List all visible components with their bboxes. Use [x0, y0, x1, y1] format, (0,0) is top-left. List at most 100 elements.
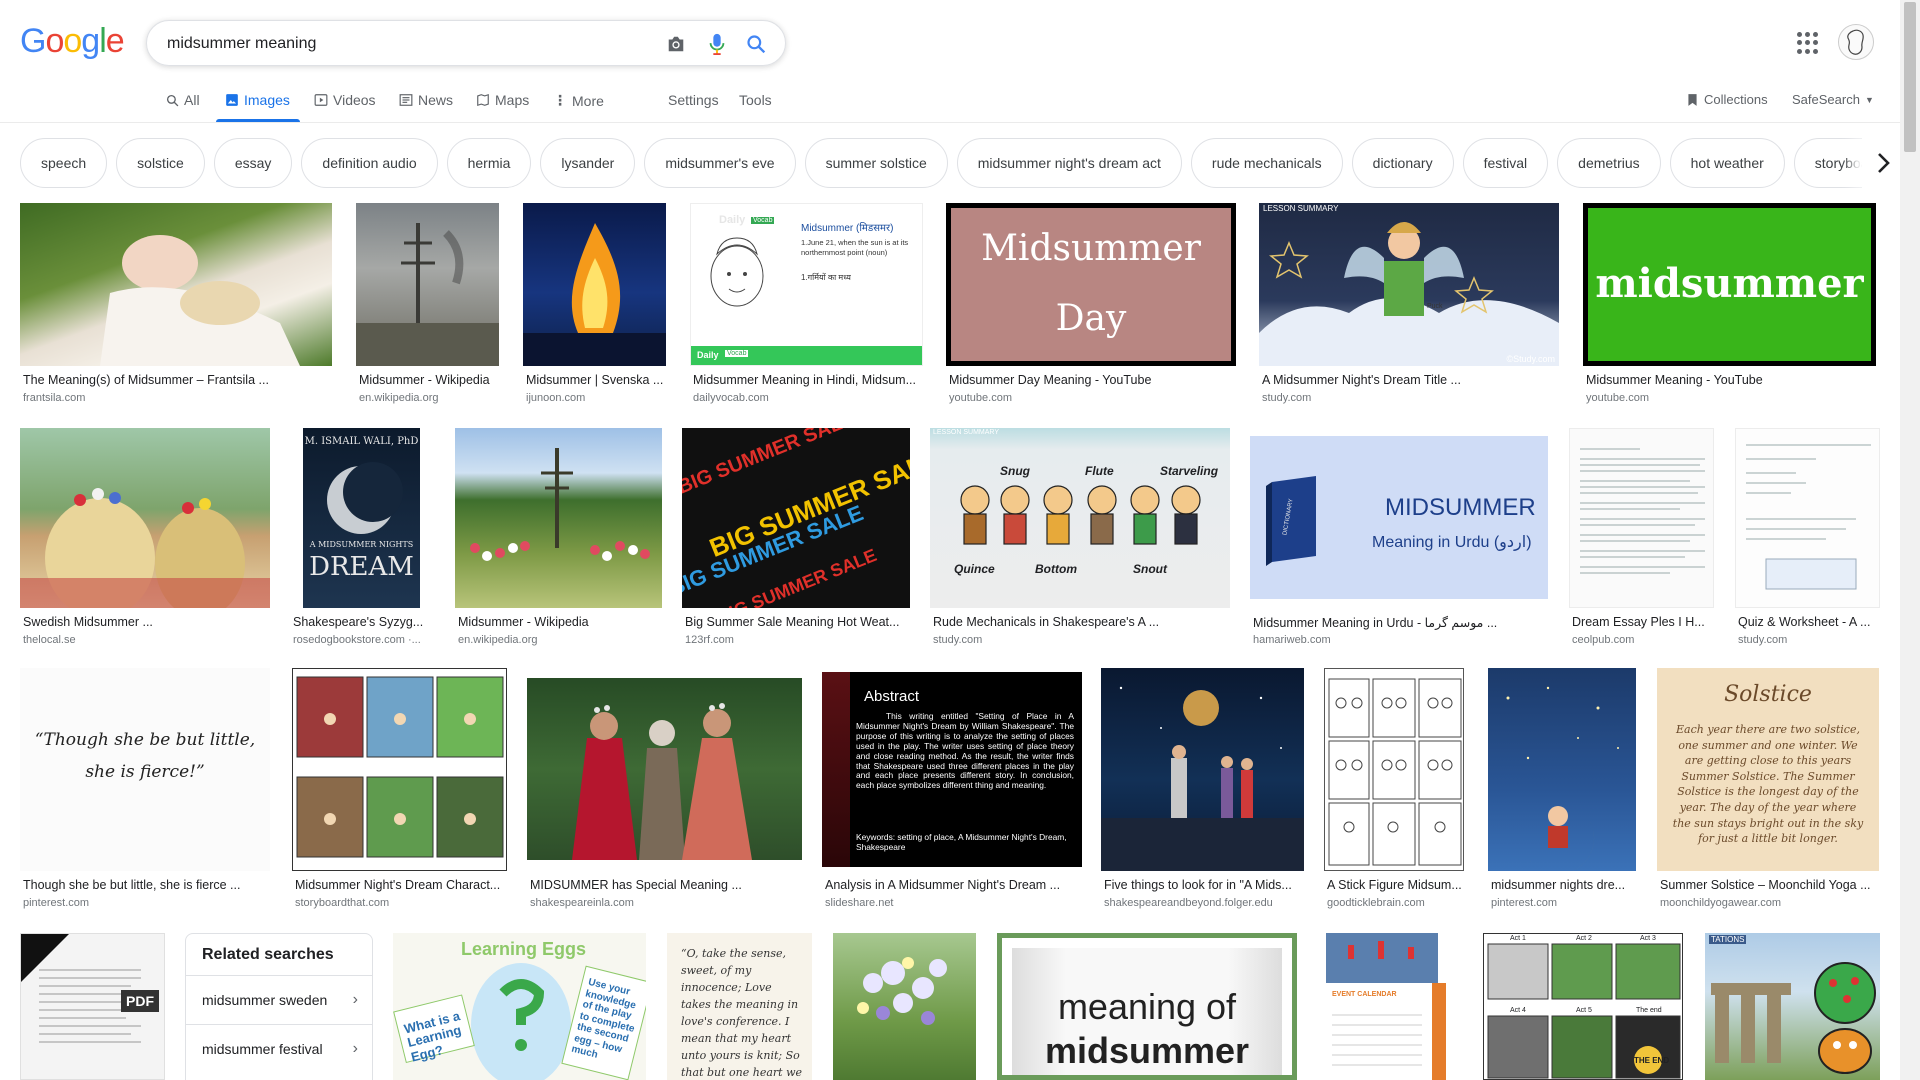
image-result[interactable]: Midsummer - Wikipedia en.wikipedia.org: [455, 428, 662, 650]
scrollbar-thumb[interactable]: [1904, 2, 1916, 152]
image-result[interactable]: [833, 933, 976, 1080]
thumb-text: Act 4: [1510, 1007, 1526, 1014]
image-result[interactable]: A Stick Figure Midsum... goodticklebrain…: [1324, 668, 1464, 913]
chips-next-button[interactable]: [1862, 138, 1904, 188]
google-logo[interactable]: Google: [20, 22, 125, 61]
result-title: Midsummer Day Meaning - YouTube: [949, 373, 1152, 387]
image-result[interactable]: “Though she be but little, she is fierce…: [20, 668, 270, 913]
chip[interactable]: lysander: [540, 138, 636, 188]
related-search-item[interactable]: midsummer sweden ›: [186, 975, 372, 1024]
result-title: Midsummer | Svenska ...: [526, 373, 664, 387]
tools-link[interactable]: Tools: [739, 92, 772, 108]
image-result[interactable]: The Meaning(s) of Midsummer – Frantsila …: [20, 203, 332, 408]
tab-label: More: [572, 92, 604, 109]
image-result[interactable]: Midsummer - Wikipedia en.wikipedia.org: [356, 203, 499, 408]
image-result[interactable]: Daily Vocab Midsummer (मिडसमर) 1.June 21…: [690, 203, 923, 408]
search-input[interactable]: [167, 33, 647, 55]
result-source: shakespeareandbeyond.folger.edu: [1104, 897, 1273, 909]
image-result[interactable]: DICTIONARY MIDSUMMER Meaning in Urdu (ار…: [1250, 428, 1548, 650]
image-result[interactable]: Midsummer Night's Dream Charact... story…: [292, 668, 507, 913]
chip[interactable]: demetrius: [1557, 138, 1661, 188]
result-source: study.com: [933, 634, 983, 646]
related-searches-card: Related searches midsummer sweden › mids…: [185, 933, 373, 1080]
thumb-text: LESSON SUMMARY: [933, 429, 999, 436]
image-result[interactable]: Midsummer | Svenska ... ijunoon.com: [523, 203, 666, 408]
image-result[interactable]: meaning of midsummer: [997, 933, 1297, 1080]
page-scrollbar[interactable]: [1900, 0, 1920, 1080]
image-result[interactable]: LESSON SUMMARY Snug Flute Starveling Qui…: [930, 428, 1230, 650]
image-result[interactable]: Quiz & Worksheet - A ... study.com: [1735, 428, 1880, 650]
safesearch-menu[interactable]: SafeSearch ▼: [1792, 92, 1874, 107]
result-thumbnail: DICTIONARY MIDSUMMER Meaning in Urdu (ار…: [1250, 436, 1548, 599]
image-result[interactable]: MIDSUMMER has Special Meaning ... shakes…: [527, 668, 802, 913]
result-source: shakespeareinla.com: [530, 897, 634, 909]
result-source: youtube.com: [1586, 392, 1649, 404]
chip[interactable]: speech: [20, 138, 108, 188]
safesearch-label: SafeSearch: [1792, 92, 1860, 107]
tab-images[interactable]: Images: [225, 92, 290, 108]
tab-videos[interactable]: Videos: [314, 92, 376, 108]
apps-grid-icon[interactable]: [1797, 32, 1819, 54]
result-title: Big Summer Sale Meaning Hot Weat...: [685, 615, 900, 629]
result-source: en.wikipedia.org: [359, 392, 439, 404]
image-result[interactable]: Learning Eggs What is a Learning Egg? Us…: [393, 933, 646, 1080]
thumb-text: Starveling: [1160, 464, 1219, 478]
image-result[interactable]: “O, take the sense, sweet, of my innocen…: [667, 933, 812, 1080]
avatar[interactable]: [1838, 24, 1874, 60]
result-title: Midsummer Meaning in Urdu - موسم گرما ..…: [1253, 616, 1498, 630]
image-result[interactable]: EVENT CALENDAR: [1318, 933, 1446, 1080]
result-thumbnail: Midsummer Day: [946, 203, 1236, 366]
image-result[interactable]: Dream Essay Ples I H... ceolpub.com: [1569, 428, 1714, 650]
image-result[interactable]: Solstice Each year there are two solstic…: [1657, 668, 1879, 913]
image-result[interactable]: Swedish Midsummer ... thelocal.se: [20, 428, 270, 650]
thumb-text: Snug: [1000, 464, 1030, 478]
chip[interactable]: summer solstice: [804, 138, 948, 188]
image-result[interactable]: PDF: [20, 933, 165, 1080]
search-icon: [166, 94, 179, 106]
chip[interactable]: midsummer night's dream act: [956, 138, 1182, 188]
image-result[interactable]: Act 1 Act 2 Act 3 Act 4 Act 5 The end TH…: [1483, 933, 1683, 1080]
image-result[interactable]: Abstract This writing entitled "Setting …: [822, 668, 1082, 913]
chip[interactable]: midsummer's eve: [644, 138, 796, 188]
camera-icon[interactable]: [665, 33, 687, 55]
chevron-right-icon: [1878, 153, 1890, 173]
image-result[interactable]: M. ISMAIL WALI, PhD A MIDSUMMER NIGHTS D…: [290, 428, 435, 650]
chip[interactable]: definition audio: [301, 138, 438, 188]
thumb-text: “Though she be but little,: [34, 730, 256, 750]
image-result[interactable]: BIG SUMMER SALE BIG SUMMER SALE BIG SUMM…: [682, 428, 910, 650]
tools-label: Tools: [739, 92, 772, 108]
chip[interactable]: rude mechanicals: [1190, 138, 1343, 188]
thumb-text: Midsummer: [981, 228, 1201, 269]
result-thumbnail: [527, 678, 802, 860]
search-icon[interactable]: [745, 33, 767, 55]
thumb-panel: Midsummer Day: [951, 208, 1231, 361]
image-result[interactable]: midsummer nights dre... pinterest.com: [1488, 668, 1636, 913]
related-search-label: midsummer sweden: [202, 992, 328, 1008]
chip[interactable]: festival: [1462, 138, 1549, 188]
image-result[interactable]: LESSON SUMMARY Puck ©Study.com A Midsumm…: [1259, 203, 1559, 408]
tab-maps[interactable]: Maps: [476, 92, 529, 108]
chip[interactable]: hot weather: [1669, 138, 1785, 188]
result-source: thelocal.se: [23, 634, 76, 646]
tab-more[interactable]: ⋮ More: [553, 92, 604, 109]
image-result[interactable]: midsummer Midsummer Meaning - YouTube yo…: [1583, 203, 1876, 408]
result-thumbnail: Abstract This writing entitled "Setting …: [822, 672, 1082, 867]
result-title: Midsummer Meaning in Hindi, Midsum...: [693, 373, 916, 387]
chip[interactable]: hermia: [446, 138, 532, 188]
chip[interactable]: dictionary: [1351, 138, 1454, 188]
thumb-text: M. ISMAIL WALI, PhD: [304, 436, 419, 447]
result-thumbnail: [833, 933, 976, 1080]
collections-link[interactable]: Collections: [1686, 92, 1768, 107]
image-result[interactable]: Midsummer Day Midsummer Day Meaning - Yo…: [946, 203, 1236, 408]
result-thumbnail: Learning Eggs What is a Learning Egg? Us…: [393, 933, 646, 1080]
image-result[interactable]: Five things to look for in "A Mids... sh…: [1101, 668, 1304, 913]
chip[interactable]: essay: [213, 138, 293, 188]
tab-all[interactable]: All: [166, 92, 200, 108]
image-result[interactable]: TATIONS: [1705, 933, 1880, 1080]
tab-news[interactable]: News: [399, 92, 453, 108]
microphone-icon[interactable]: [706, 33, 728, 55]
settings-link[interactable]: Settings: [668, 92, 719, 108]
related-search-item[interactable]: midsummer festival ›: [186, 1024, 372, 1073]
result-title: Five things to look for in "A Mids...: [1104, 878, 1292, 892]
chip[interactable]: solstice: [116, 138, 205, 188]
